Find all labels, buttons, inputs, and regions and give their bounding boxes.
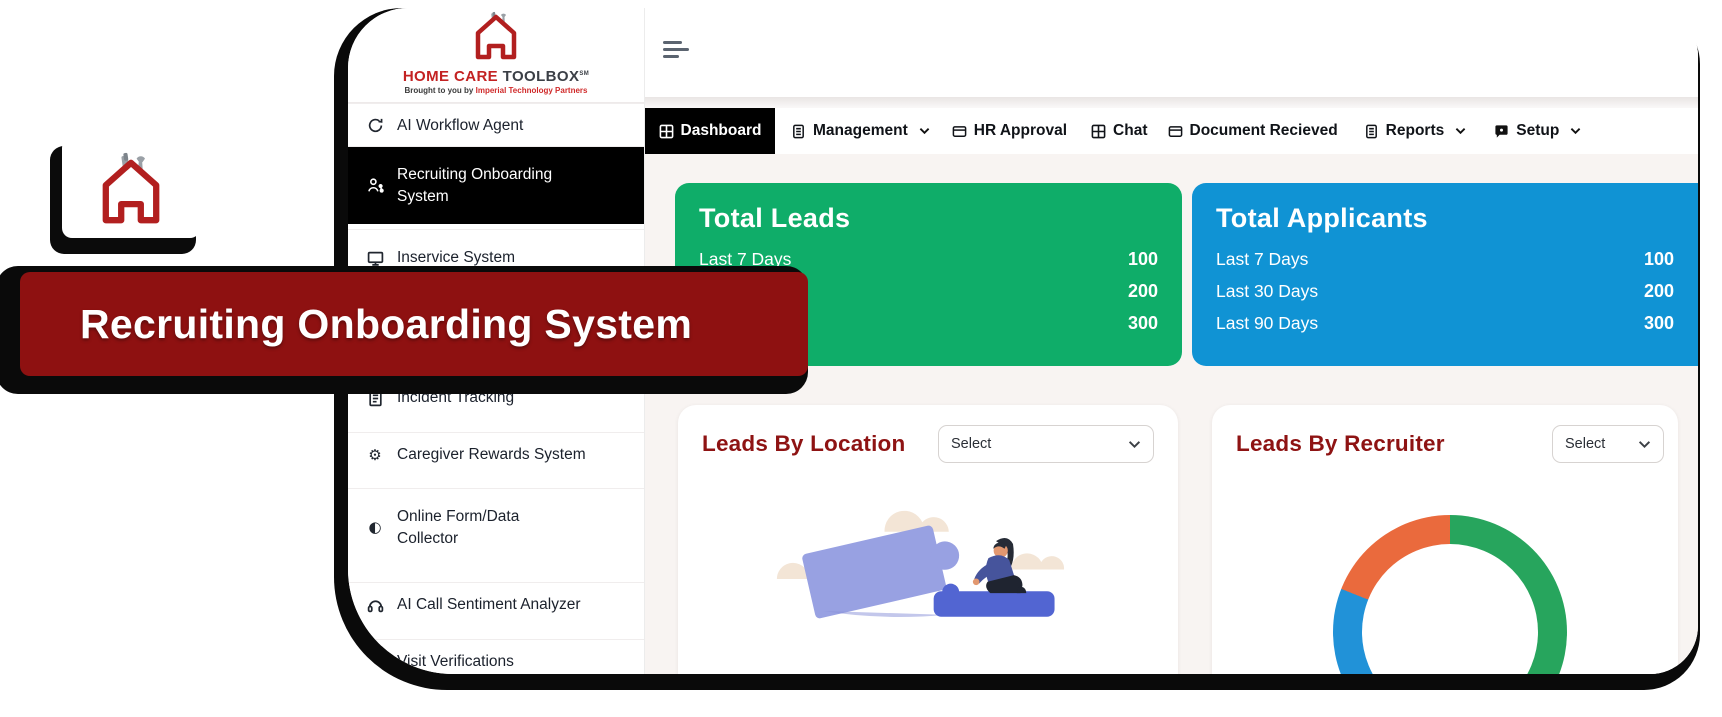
top-nav: Dashboard Management HR Approval: [645, 108, 1698, 154]
nav-item-document-recieved[interactable]: Document Recieved: [1168, 108, 1338, 154]
sidebar-item-label: Recruiting Onboarding System: [397, 164, 607, 208]
select-value: Select: [951, 436, 991, 452]
nav-label: Chat: [1113, 122, 1147, 140]
sidebar-item-caregiver-rewards[interactable]: ⚙ Caregiver Rewards System: [348, 433, 644, 477]
nav-item-management[interactable]: Management: [791, 108, 930, 154]
divider: [348, 103, 644, 104]
sidebar-item-label: Caregiver Rewards System: [397, 444, 586, 466]
nav-tab-dashboard[interactable]: Dashboard: [645, 108, 775, 154]
headset-icon: [365, 595, 385, 615]
sidebar-item-label: AI Call Sentiment Analyzer: [397, 594, 581, 616]
divider: [348, 639, 644, 640]
stat-row: Last 7 Days 100: [699, 249, 1158, 270]
total-leads-title: Total Leads: [699, 203, 1158, 234]
sidebar-item-online-form-data-collector[interactable]: ◐ Online Form/Data Collector: [348, 489, 644, 566]
chat-grid-icon: [1091, 124, 1106, 139]
donut-hole: [1362, 544, 1538, 674]
divider: [348, 229, 644, 230]
nav-item-chat[interactable]: Chat: [1091, 108, 1147, 154]
hr-approval-card-icon: [952, 124, 967, 139]
leads-by-recruiter-title: Leads By Recruiter: [1236, 431, 1445, 457]
brand-wordmark: HOME CARE TOOLBOXSM: [348, 67, 644, 84]
empty-state-illustration: [702, 477, 1154, 645]
leads-by-location-title: Leads By Location: [702, 431, 905, 457]
leads-by-location-panel: Leads By Location Select: [678, 405, 1178, 674]
pie-half-icon: ◐: [365, 518, 385, 538]
sidebar-item-visit-verifications[interactable]: Visit Verifications: [348, 640, 644, 674]
stat-row: Last 7 Days 100: [1216, 249, 1674, 270]
divider: [348, 488, 644, 489]
home-care-toolbox-house-icon: [96, 150, 166, 226]
leads-by-recruiter-select[interactable]: Select: [1552, 425, 1664, 463]
banner-title: Recruiting Onboarding System: [80, 301, 692, 348]
sidebar-item-label: Visit Verifications: [397, 651, 514, 673]
nav-label: Setup: [1516, 122, 1559, 140]
brand-home-care: HOME CARE: [403, 68, 498, 85]
document-icon: [365, 388, 385, 408]
nav-label: Reports: [1386, 122, 1445, 140]
nav-label: Management: [813, 122, 908, 140]
stat-row: Last 30 Days 200: [1216, 281, 1674, 302]
nav-label: Dashboard: [681, 122, 762, 140]
check-document-icon: [365, 652, 385, 672]
top-header: [645, 8, 1698, 108]
gear-icon: ⚙: [365, 445, 385, 465]
nav-label: Document Recieved: [1190, 122, 1338, 140]
sidebar-item-label: Incident Tracking: [397, 387, 514, 409]
management-doc-icon: [791, 124, 806, 139]
sidebar-item-label: Online Form/Data Collector: [397, 506, 567, 550]
chevron-down-icon: [1570, 127, 1581, 135]
leads-by-recruiter-panel: Leads By Recruiter Select: [1212, 405, 1678, 674]
home-care-toolbox-house-icon: [468, 11, 524, 61]
dashboard-grid-icon: [659, 124, 674, 139]
sidebar-item-label: Inservice System: [397, 247, 515, 269]
select-value: Select: [1565, 436, 1605, 452]
document-recieved-card-icon: [1168, 124, 1183, 139]
brand-logo-card: [62, 138, 200, 238]
nav-label: HR Approval: [974, 122, 1067, 140]
app-logo: HOME CARE TOOLBOXSM Brought to you by Im…: [348, 8, 644, 103]
sidebar-item-label: AI Workflow Agent: [397, 115, 523, 137]
workflow-refresh-icon: [365, 116, 385, 136]
header-shadow: [645, 97, 1698, 108]
divider: [348, 582, 644, 583]
brand-toolbox: TOOLBOX: [503, 68, 580, 85]
sidebar-item-incident-tracking[interactable]: Incident Tracking: [348, 376, 644, 420]
leads-by-location-select[interactable]: Select: [938, 425, 1154, 463]
divider: [348, 146, 644, 147]
chevron-down-icon: [1638, 440, 1651, 449]
divider: [348, 432, 644, 433]
nav-item-hr-approval[interactable]: HR Approval: [952, 108, 1067, 154]
brand-trademark: SM: [579, 71, 589, 77]
total-applicants-title: Total Applicants: [1216, 203, 1674, 234]
marketing-composite: HOME CARE TOOLBOXSM Brought to you by Im…: [0, 0, 1722, 717]
sidebar-item-recruiting-onboarding-system[interactable]: Recruiting Onboarding System: [348, 147, 644, 224]
brand-tagline: Brought to you by Imperial Technology Pa…: [348, 86, 644, 95]
sidebar-item-ai-workflow-agent[interactable]: AI Workflow Agent: [348, 104, 644, 147]
nav-item-setup[interactable]: Setup: [1494, 108, 1581, 154]
brand-partner: Imperial Technology Partners: [476, 86, 588, 95]
title-banner: Recruiting Onboarding System: [20, 272, 808, 376]
total-applicants-card: Total Applicants Last 7 Days 100 Last 30…: [1192, 183, 1698, 366]
leads-by-recruiter-donut: [1333, 515, 1567, 674]
hamburger-menu-icon[interactable]: [663, 41, 691, 63]
chevron-down-icon: [1128, 440, 1141, 449]
stat-row: Last 90 Days 300: [1216, 313, 1674, 334]
monitor-icon: [365, 248, 385, 268]
sidebar-item-ai-call-sentiment[interactable]: AI Call Sentiment Analyzer: [348, 583, 644, 627]
reports-doc-icon: [1364, 124, 1379, 139]
chevron-down-icon: [1455, 127, 1466, 135]
setup-bubble-icon: [1494, 124, 1509, 139]
nav-item-reports[interactable]: Reports: [1364, 108, 1467, 154]
chevron-down-icon: [919, 127, 930, 135]
person-network-icon: [365, 176, 385, 196]
